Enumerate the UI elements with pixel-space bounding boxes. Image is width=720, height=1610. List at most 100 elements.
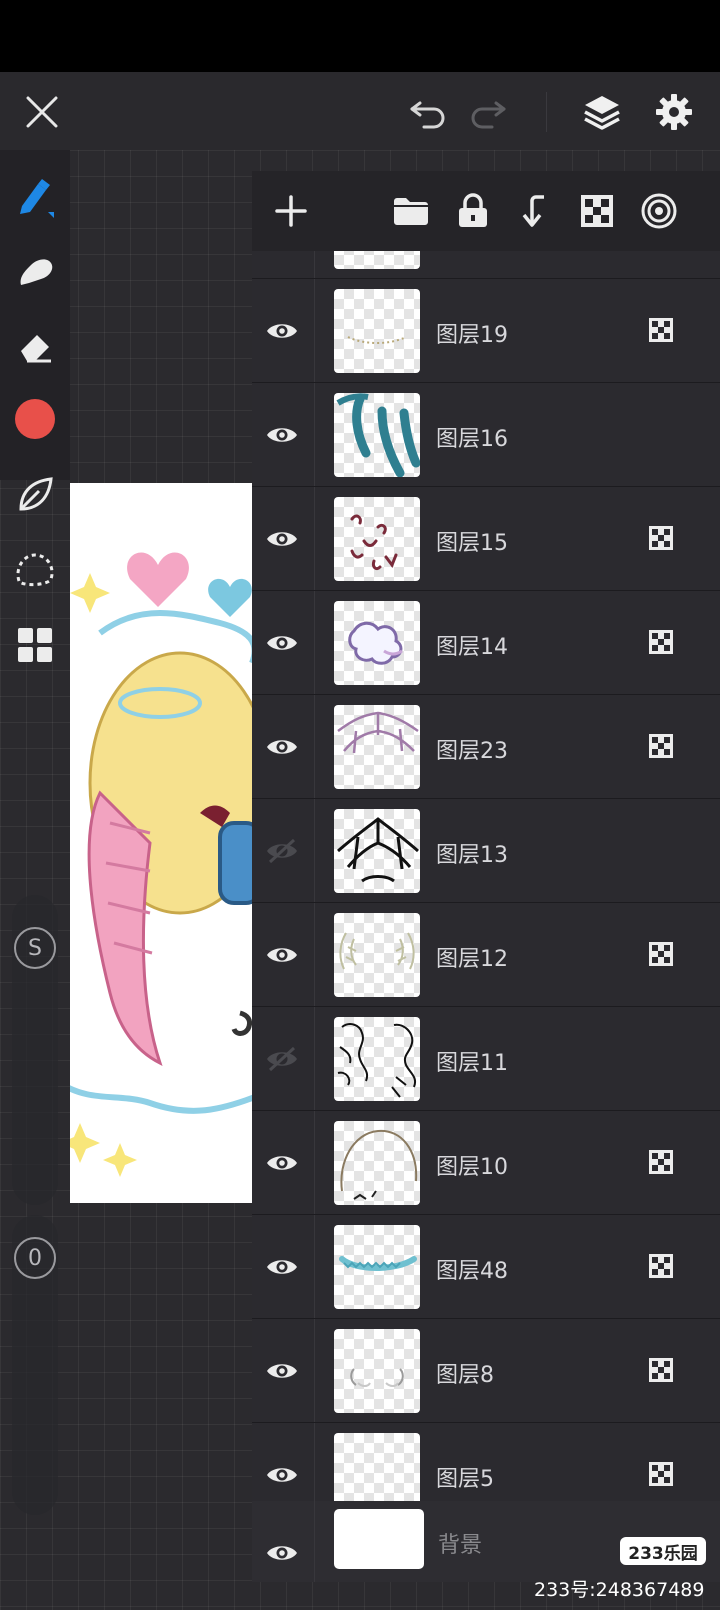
layer-thumbnail — [334, 393, 420, 477]
watermark-id: 233号:248367489 — [534, 1579, 705, 1601]
eye-icon[interactable] — [256, 929, 308, 981]
eye-icon[interactable] — [256, 513, 308, 565]
layer-thumbnail — [334, 1433, 420, 1501]
opacity-label: 0 — [14, 1237, 56, 1279]
row-divider — [314, 799, 315, 902]
layer-thumbnail — [334, 497, 420, 581]
row-divider — [314, 1423, 315, 1501]
eye-icon[interactable] — [256, 1449, 308, 1501]
alpha-lock-icon[interactable] — [648, 941, 674, 967]
row-divider — [314, 1007, 315, 1110]
row-divider — [314, 1215, 315, 1318]
layer-row[interactable]: 图层23 — [252, 695, 720, 799]
merge-down-icon[interactable] — [508, 184, 562, 238]
leaf-icon[interactable] — [8, 468, 62, 522]
transparency-icon[interactable] — [570, 184, 624, 238]
divider — [546, 92, 547, 132]
left-toolbar — [0, 150, 70, 480]
layers-icon[interactable] — [576, 86, 628, 138]
folder-icon[interactable] — [384, 184, 438, 238]
layer-thumbnail — [334, 601, 420, 685]
lock-icon[interactable] — [446, 184, 500, 238]
alpha-lock-icon[interactable] — [648, 1149, 674, 1175]
layer-name: 图层14 — [436, 635, 508, 660]
layer-name: 图层12 — [436, 947, 508, 972]
blend-icon[interactable] — [632, 184, 686, 238]
lasso-icon[interactable] — [8, 542, 62, 596]
redo-icon[interactable] — [462, 86, 514, 138]
opacity-slider[interactable]: 0 — [12, 1215, 58, 1515]
eye-icon[interactable] — [256, 1345, 308, 1397]
layer-row[interactable]: 图层11 — [252, 1007, 720, 1111]
layer-name: 图层19 — [436, 323, 508, 348]
layers-toolbar — [252, 171, 720, 251]
layer-name: 图层23 — [436, 739, 508, 764]
layer-name: 图层5 — [436, 1467, 494, 1492]
layer-thumbnail — [334, 705, 420, 789]
layers-panel: 图层19 图层16 图层15 图层14 图层23 图层13 图层12 图层11 图层10 图层48… — [252, 171, 720, 1582]
alpha-lock-icon[interactable] — [648, 733, 674, 759]
row-divider — [314, 1111, 315, 1214]
background-thumbnail — [334, 1509, 424, 1569]
layer-thumbnail — [334, 1225, 420, 1309]
layer-row[interactable]: 图层48 — [252, 1215, 720, 1319]
layer-row[interactable]: 图层14 — [252, 591, 720, 695]
eraser-icon[interactable] — [8, 318, 62, 372]
layer-name: 图层15 — [436, 531, 508, 556]
row-divider — [314, 383, 315, 486]
brush-size-slider[interactable]: S — [12, 895, 58, 1205]
alpha-lock-icon[interactable] — [648, 525, 674, 551]
layer-name: 图层11 — [436, 1051, 508, 1076]
eye-icon[interactable] — [256, 409, 308, 461]
eye-icon[interactable] — [256, 1527, 308, 1579]
grid-icon[interactable] — [8, 618, 62, 672]
undo-icon[interactable] — [402, 86, 454, 138]
artwork-canvas[interactable] — [70, 483, 252, 1203]
layer-name: 图层48 — [436, 1259, 508, 1284]
layer-row[interactable]: 图层19 — [252, 279, 720, 383]
row-divider — [314, 903, 315, 1006]
eye-icon[interactable] — [256, 721, 308, 773]
eye-icon[interactable] — [256, 617, 308, 669]
layer-list[interactable]: 图层19 图层16 图层15 图层14 图层23 图层13 图层12 图层11 图层10 图层48… — [252, 251, 720, 1501]
layer-thumbnail — [334, 1017, 420, 1101]
layer-thumbnail — [334, 913, 420, 997]
row-divider — [314, 695, 315, 798]
layer-row[interactable]: 图层12 — [252, 903, 720, 1007]
gear-icon[interactable] — [648, 86, 700, 138]
row-divider — [314, 1319, 315, 1422]
eye-icon[interactable] — [256, 1241, 308, 1293]
smudge-icon[interactable] — [8, 244, 62, 298]
eye-off-icon[interactable] — [256, 825, 308, 877]
alpha-lock-icon[interactable] — [648, 1357, 674, 1383]
eye-off-icon[interactable] — [256, 1033, 308, 1085]
pen-icon[interactable] — [8, 170, 62, 224]
alpha-lock-icon[interactable] — [648, 317, 674, 343]
layer-thumbnail — [334, 1329, 420, 1413]
layer-row[interactable]: 图层13 — [252, 799, 720, 903]
layer-row[interactable]: 图层16 — [252, 383, 720, 487]
layer-name: 图层8 — [436, 1363, 494, 1388]
layer-name: 图层13 — [436, 843, 508, 868]
layer-row[interactable]: 图层15 — [252, 487, 720, 591]
layer-thumbnail — [334, 1121, 420, 1205]
eye-icon[interactable] — [256, 1137, 308, 1189]
layer-row[interactable]: 图层10 — [252, 1111, 720, 1215]
eye-icon[interactable] — [256, 305, 308, 357]
size-label: S — [14, 927, 56, 969]
alpha-lock-icon[interactable] — [648, 629, 674, 655]
add-layer-icon[interactable] — [264, 184, 318, 238]
close-icon[interactable] — [16, 86, 68, 138]
layer-row[interactable]: 图层5 — [252, 1423, 720, 1501]
status-bar — [0, 0, 720, 72]
layer-row-partial[interactable] — [252, 251, 720, 279]
background-layer-name: 背景 — [438, 1533, 483, 1558]
watermark-logo: 233乐园 — [620, 1537, 706, 1565]
top-bar — [0, 72, 720, 150]
row-divider — [314, 487, 315, 590]
alpha-lock-icon[interactable] — [648, 1253, 674, 1279]
layer-row[interactable]: 图层8 — [252, 1319, 720, 1423]
row-divider — [314, 591, 315, 694]
color-swatch-icon[interactable] — [8, 392, 62, 446]
alpha-lock-icon[interactable] — [648, 1461, 674, 1487]
